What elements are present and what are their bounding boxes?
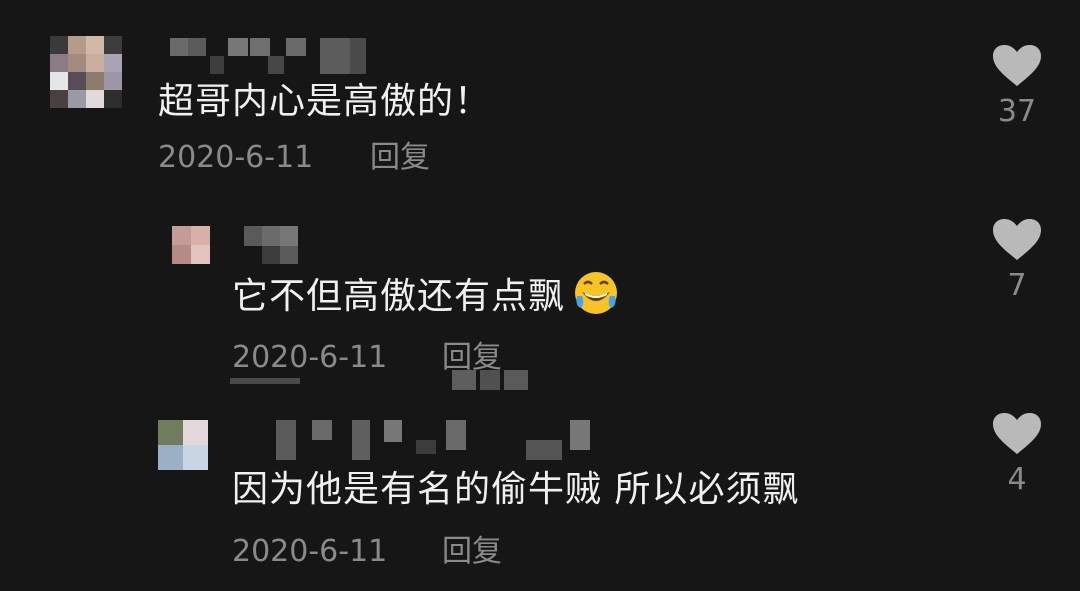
comment-text: 超哥内心是高傲的！ (158, 81, 492, 122)
like-count: 37 (997, 94, 1037, 129)
comment-date: 2020-6-11 (232, 534, 388, 569)
username-blurred[interactable] (244, 226, 304, 266)
like-count: 4 (1007, 462, 1027, 497)
reply-item: 它不但高傲还有点飘 2020-6-11 回复 7 (0, 200, 1080, 400)
comment-text-content: 它不但高傲还有点飘 (232, 276, 566, 317)
blurred-region (230, 370, 530, 392)
heart-icon (993, 219, 1041, 260)
heart-icon (993, 413, 1041, 454)
reply-button[interactable]: 回复 (442, 534, 502, 570)
rolling-on-floor-laughing-emoji (575, 272, 618, 314)
avatar[interactable] (50, 36, 122, 108)
username-blurred[interactable] (276, 420, 596, 460)
avatar[interactable] (158, 420, 208, 470)
avatar[interactable] (172, 226, 210, 264)
like-button[interactable]: 7 (987, 218, 1047, 304)
like-count: 7 (1007, 268, 1027, 303)
reply-button[interactable]: 回复 (370, 140, 430, 176)
comment-text: 它不但高傲还有点飘 (232, 270, 619, 319)
like-button[interactable]: 37 (987, 44, 1047, 130)
comment-date: 2020-6-11 (158, 140, 314, 175)
comment-item: 超哥内心是高傲的！ 2020-6-11 回复 37 (0, 0, 1080, 200)
comment-text: 因为他是有名的偷牛贼 所以必须飘 (232, 469, 800, 510)
like-button[interactable]: 4 (987, 412, 1047, 498)
reply-item: 因为他是有名的偷牛贼 所以必须飘 2020-6-11 回复 4 (0, 400, 1080, 591)
username-blurred[interactable] (170, 38, 370, 74)
heart-icon (993, 45, 1041, 86)
